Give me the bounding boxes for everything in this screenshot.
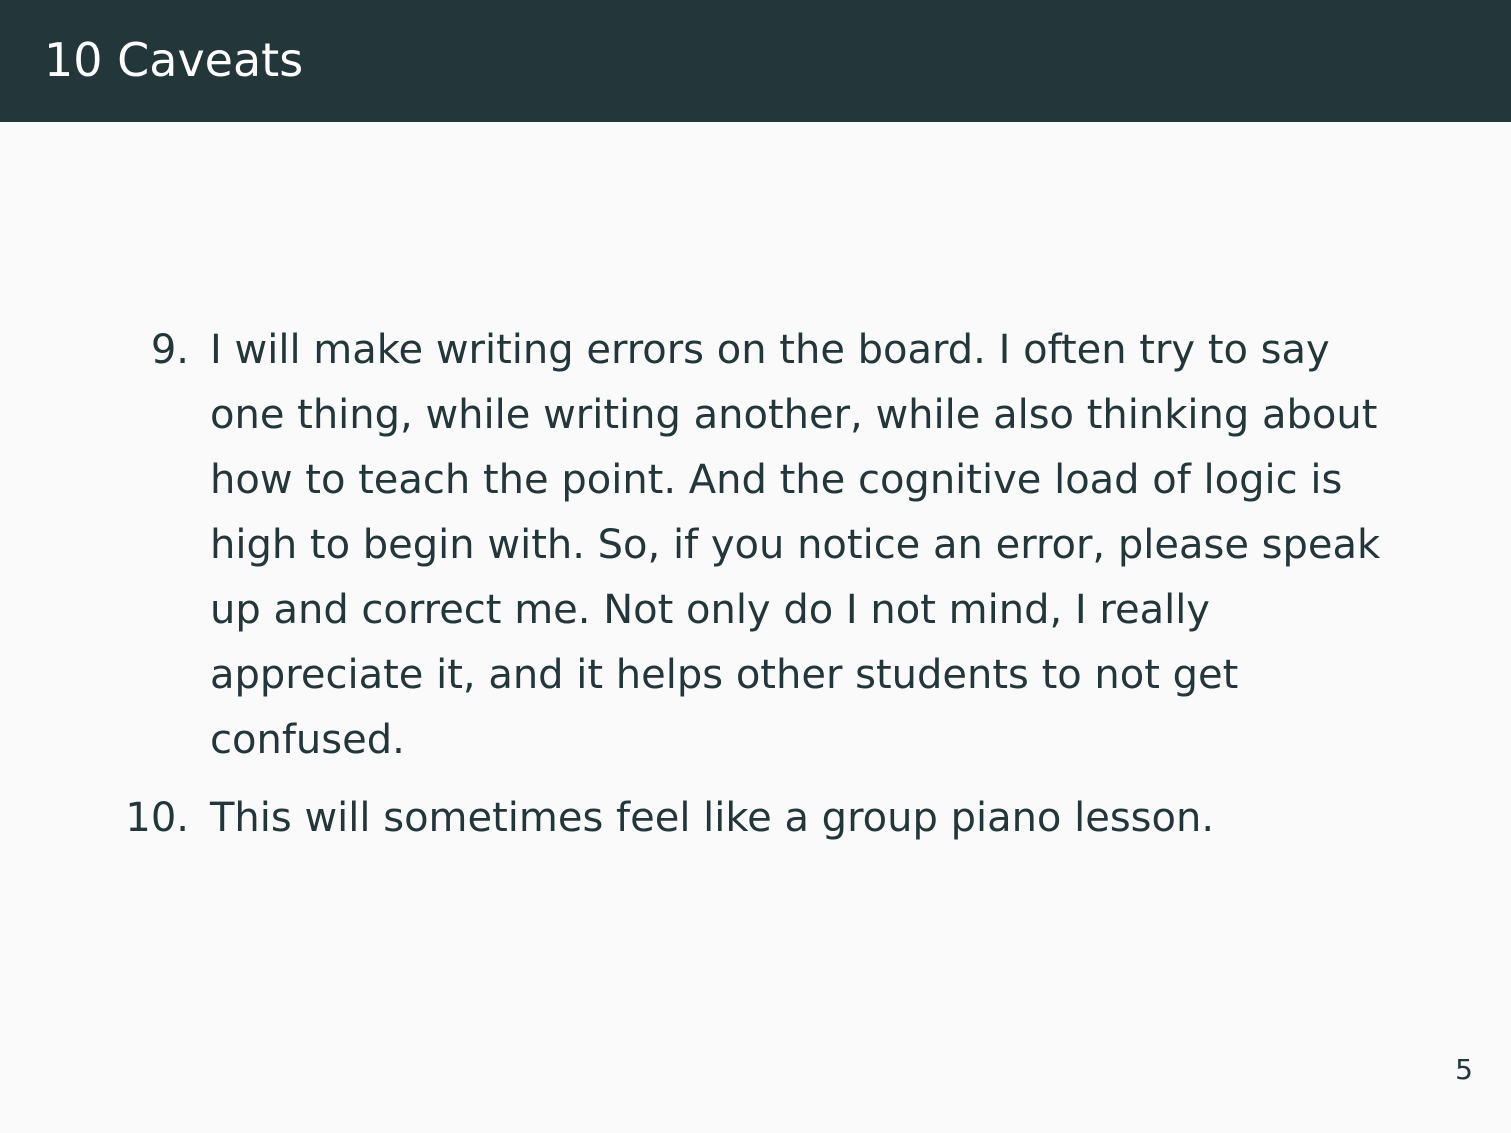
list-item-number: 9. xyxy=(150,327,189,373)
caveat-list: 9. I will make writing errors on the boa… xyxy=(0,318,1511,851)
list-item: 10. This will sometimes feel like a grou… xyxy=(0,786,1511,851)
page-number: 5 xyxy=(1455,1053,1473,1086)
list-item: 9. I will make writing errors on the boa… xyxy=(0,318,1511,773)
slide-header: 10 Caveats xyxy=(0,0,1511,122)
list-item-text: I will make writing errors on the board.… xyxy=(210,327,1381,763)
list-item-number: 10. xyxy=(125,795,189,841)
slide-title: 10 Caveats xyxy=(44,33,304,87)
list-item-text: This will sometimes feel like a group pi… xyxy=(210,795,1215,841)
